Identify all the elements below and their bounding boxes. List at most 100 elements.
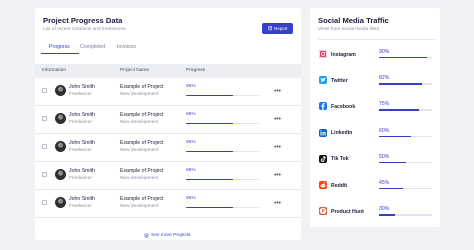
row-checkbox[interactable] <box>42 116 47 121</box>
progress-bar-fill <box>186 151 234 153</box>
social-name: Facebook <box>331 103 356 110</box>
ellipsis-icon[interactable]: ••• <box>274 200 281 207</box>
project-card-title: Project Progress Data <box>43 16 123 25</box>
social-progress-fill <box>379 83 423 85</box>
freelancer-name: John Smith <box>69 140 95 146</box>
table-row: John Smith Freelancer Example of Project Ne… <box>35 162 301 190</box>
row-checkbox[interactable] <box>42 200 47 205</box>
ellipsis-icon[interactable]: ••• <box>274 88 281 95</box>
social-item-facebook: Facebook 75% <box>310 101 440 128</box>
avatar <box>55 113 66 124</box>
progress-bar-fill <box>186 95 234 97</box>
product-hunt-icon <box>319 207 327 216</box>
project-name: Example of Project <box>120 168 164 174</box>
project-tabs: Progress Completed Invoices <box>35 42 301 56</box>
linkedin-icon <box>319 128 327 137</box>
table-row: John Smith Freelancer Example of Project Ne… <box>35 78 301 106</box>
freelancer-name: John Smith <box>69 168 95 174</box>
reddit-icon <box>319 181 327 189</box>
tab-invoices[interactable]: Invoices <box>117 44 136 50</box>
avatar <box>55 169 66 180</box>
social-percent: 75% <box>379 101 390 108</box>
social-name: Tik Tok <box>331 156 349 163</box>
progress-bar <box>186 95 259 97</box>
see-more-projects-link[interactable]: See more Projects <box>144 233 190 238</box>
progress-bar-fill <box>186 207 234 209</box>
social-item-product-hunt: Product Hunt 30% <box>310 206 440 233</box>
row-checkbox[interactable] <box>42 88 47 93</box>
row-checkbox[interactable] <box>42 172 47 177</box>
social-item-tik-tok: Tik Tok 50% <box>310 154 440 181</box>
avatar <box>55 197 66 208</box>
social-progress-fill <box>379 188 403 190</box>
report-button[interactable]: Report <box>262 23 293 34</box>
social-name: Twitter <box>331 77 348 84</box>
progress-percent: 65% <box>186 84 196 89</box>
project-stage: New development <box>120 203 159 209</box>
freelancer-role: Freelancer <box>69 91 92 97</box>
project-stage: New development <box>120 91 159 97</box>
project-name: Example of Project <box>120 140 164 146</box>
column-header-project-name: Project Name <box>120 68 150 73</box>
social-item-twitter: Twitter 82% <box>310 75 440 102</box>
active-tab-indicator <box>41 53 79 55</box>
social-item-linkedin: Linkedin 60% <box>310 128 440 155</box>
column-header-progress: Progress <box>186 68 206 73</box>
project-stage: New development <box>120 119 159 125</box>
progress-bar <box>186 179 259 181</box>
social-name: Linkedin <box>331 130 353 137</box>
stack-icon <box>144 233 149 238</box>
project-stage: New development <box>120 175 159 181</box>
traffic-card-title: Social Media Traffic <box>318 16 389 25</box>
instagram-icon <box>319 50 327 58</box>
social-progress-fill <box>379 135 411 137</box>
project-name: Example of Project <box>120 84 164 90</box>
avatar <box>55 141 66 152</box>
social-progress-bar <box>379 109 432 111</box>
progress-bar <box>186 207 259 209</box>
social-progress-bar <box>379 135 432 137</box>
freelancer-name: John Smith <box>69 196 95 202</box>
project-card-subtitle: List of recent contracts and freelancers <box>43 27 126 32</box>
social-progress-bar <box>379 188 432 190</box>
ellipsis-icon[interactable]: ••• <box>274 172 281 179</box>
freelancer-name: John Smith <box>69 112 95 118</box>
social-percent: 45% <box>379 180 390 186</box>
tab-progress[interactable]: Progress <box>49 44 70 50</box>
traffic-card-subtitle: Visits from social media links <box>318 27 380 32</box>
social-percent: 90% <box>379 49 390 55</box>
progress-bar <box>186 123 259 125</box>
column-header-information: Information <box>42 68 66 73</box>
progress-percent: 65% <box>186 140 196 145</box>
twitter-icon <box>319 76 327 85</box>
freelancer-role: Freelancer <box>69 147 92 153</box>
social-item-reddit: Reddit 45% <box>310 180 440 207</box>
table-header: Information Project Name Progress <box>35 64 301 78</box>
progress-bar <box>186 151 259 153</box>
report-icon <box>268 26 272 31</box>
ellipsis-icon[interactable]: ••• <box>274 116 281 123</box>
table-row: John Smith Freelancer Example of Project Ne… <box>35 106 301 134</box>
social-percent: 30% <box>379 206 390 213</box>
progress-bar-fill <box>186 179 234 181</box>
row-checkbox[interactable] <box>42 144 47 149</box>
tiktok-icon <box>319 154 327 163</box>
social-progress-fill <box>379 161 406 164</box>
progress-percent: 65% <box>186 168 196 173</box>
see-more-label: See more Projects <box>151 233 191 238</box>
social-item-instagram: Instagram 90% <box>310 49 440 76</box>
social-name: Product Hunt <box>331 208 364 215</box>
social-progress-fill <box>379 109 419 111</box>
project-name: Example of Project <box>120 112 164 118</box>
avatar <box>55 85 66 96</box>
social-name: Reddit <box>331 182 348 189</box>
social-progress-bar <box>379 83 432 85</box>
freelancer-name: John Smith <box>69 84 95 90</box>
table-row: John Smith Freelancer Example of Project Ne… <box>35 190 301 218</box>
social-progress-bar <box>379 214 432 216</box>
project-stage: New development <box>120 147 159 153</box>
tab-completed[interactable]: Completed <box>80 44 105 50</box>
freelancer-role: Freelancer <box>69 203 92 209</box>
progress-bar-fill <box>186 123 234 125</box>
ellipsis-icon[interactable]: ••• <box>274 144 281 151</box>
